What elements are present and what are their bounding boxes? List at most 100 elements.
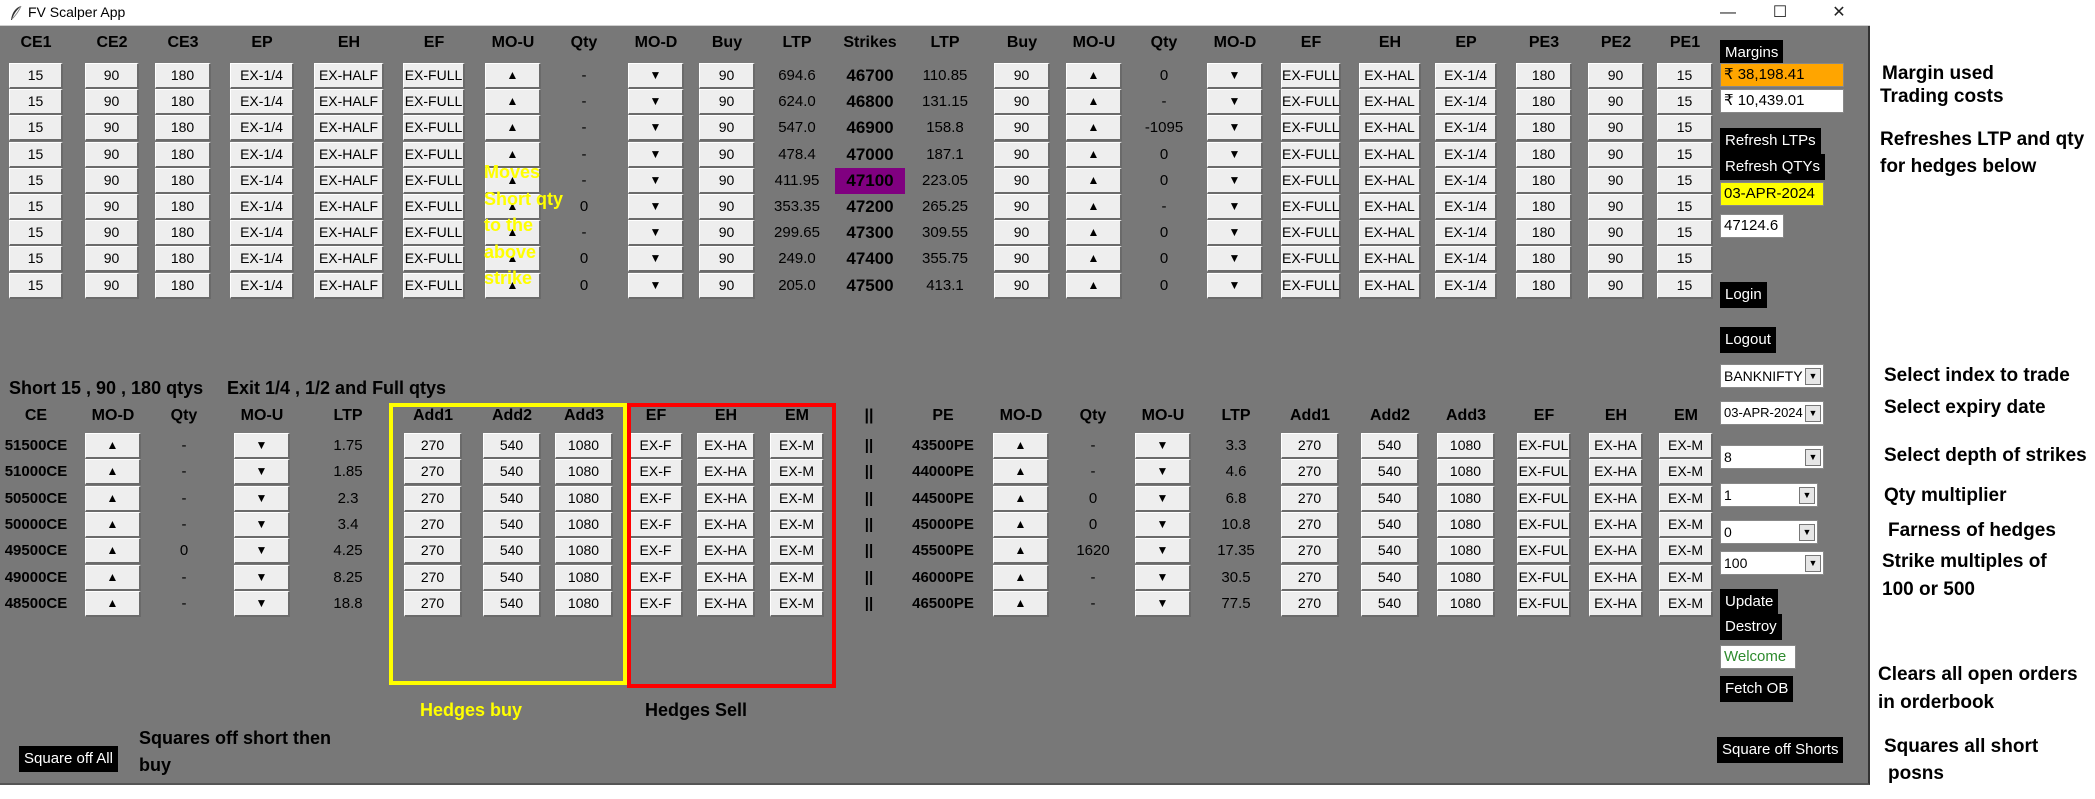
ce-buy-button[interactable]: 90 xyxy=(699,115,755,141)
ce-buy-button[interactable]: 90 xyxy=(699,142,755,168)
pe-exit-quarter-button[interactable]: EX-1/4 xyxy=(1435,246,1497,272)
ce-exit-full-button[interactable]: EX-FULL xyxy=(403,220,465,246)
move-down-arrow-icon[interactable]: ▼ xyxy=(1207,220,1263,246)
ce-exit-half-button[interactable]: EX-HALF xyxy=(314,194,384,220)
hedge-pe-exit-min-button[interactable]: EX-M xyxy=(1659,486,1713,512)
sell-pe1-button[interactable]: 15 xyxy=(1657,89,1713,115)
sell-pe2-button[interactable]: 90 xyxy=(1588,89,1644,115)
sell-ce1-button[interactable]: 15 xyxy=(9,194,63,220)
hedge-move-up-arrow-icon[interactable]: ▲ xyxy=(85,486,141,512)
sell-ce2-button[interactable]: 90 xyxy=(85,89,139,115)
ce-buy-button[interactable]: 90 xyxy=(699,194,755,220)
ce-buy-button[interactable]: 90 xyxy=(699,168,755,194)
ce-exit-half-button[interactable]: EX-HALF xyxy=(314,168,384,194)
ce-buy-button[interactable]: 90 xyxy=(699,246,755,272)
pe-exit-quarter-button[interactable]: EX-1/4 xyxy=(1435,194,1497,220)
ce-exit-quarter-button[interactable]: EX-1/4 xyxy=(230,273,294,299)
hedge-pe-add2-button[interactable]: 540 xyxy=(1361,459,1419,485)
hedge-move-down-arrow-icon[interactable]: ▼ xyxy=(234,433,290,459)
hedge-move-down-arrow-icon[interactable]: ▼ xyxy=(1135,433,1191,459)
ce-exit-full-button[interactable]: EX-FULL xyxy=(403,142,465,168)
pe-exit-full-button[interactable]: EX-FULL xyxy=(1281,142,1341,168)
ce-exit-full-button[interactable]: EX-FULL xyxy=(403,194,465,220)
sell-pe3-button[interactable]: 180 xyxy=(1516,63,1572,89)
move-down-arrow-icon[interactable]: ▼ xyxy=(628,142,684,168)
ce-exit-half-button[interactable]: EX-HALF xyxy=(314,63,384,89)
move-up-arrow-icon[interactable]: ▲ xyxy=(485,115,541,141)
ce-exit-full-button[interactable]: EX-FULL xyxy=(403,115,465,141)
expiry-select[interactable]: 03-APR-2024 ▼ xyxy=(1720,401,1824,425)
sell-ce1-button[interactable]: 15 xyxy=(9,246,63,272)
pe-buy-button[interactable]: 90 xyxy=(994,89,1050,115)
move-up-arrow-icon[interactable]: ▲ xyxy=(1066,168,1122,194)
pe-exit-half-button[interactable]: EX-HAL xyxy=(1359,246,1421,272)
pe-exit-full-button[interactable]: EX-FULL xyxy=(1281,89,1341,115)
hedge-pe-exit-min-button[interactable]: EX-M xyxy=(1659,512,1713,538)
ce-exit-quarter-button[interactable]: EX-1/4 xyxy=(230,246,294,272)
pe-exit-quarter-button[interactable]: EX-1/4 xyxy=(1435,115,1497,141)
pe-buy-button[interactable]: 90 xyxy=(994,194,1050,220)
hedge-pe-exit-min-button[interactable]: EX-M xyxy=(1659,538,1713,564)
sell-pe2-button[interactable]: 90 xyxy=(1588,246,1644,272)
move-down-arrow-icon[interactable]: ▼ xyxy=(628,220,684,246)
sell-pe1-button[interactable]: 15 xyxy=(1657,246,1713,272)
hedge-pe-exit-half-button[interactable]: EX-HA xyxy=(1589,433,1643,459)
fetch-orderbook-button[interactable]: Fetch OB xyxy=(1720,676,1794,702)
hedge-move-down-arrow-icon[interactable]: ▼ xyxy=(234,512,290,538)
hedge-pe-exit-half-button[interactable]: EX-HA xyxy=(1589,565,1643,591)
hedge-pe-exit-full-button[interactable]: EX-FUL xyxy=(1517,459,1571,485)
square-off-all-button[interactable]: Square off All xyxy=(19,746,118,772)
index-select[interactable]: BANKNIFTY ▼ xyxy=(1720,364,1824,388)
hedge-pe-exit-half-button[interactable]: EX-HA xyxy=(1589,538,1643,564)
hedge-pe-add2-button[interactable]: 540 xyxy=(1361,591,1419,617)
pe-buy-button[interactable]: 90 xyxy=(994,273,1050,299)
hedge-pe-add2-button[interactable]: 540 xyxy=(1361,538,1419,564)
sell-ce3-button[interactable]: 180 xyxy=(155,168,211,194)
hedge-pe-add2-button[interactable]: 540 xyxy=(1361,565,1419,591)
pe-buy-button[interactable]: 90 xyxy=(994,63,1050,89)
ce-buy-button[interactable]: 90 xyxy=(699,63,755,89)
hedge-pe-exit-min-button[interactable]: EX-M xyxy=(1659,591,1713,617)
pe-exit-quarter-button[interactable]: EX-1/4 xyxy=(1435,63,1497,89)
hedge-move-up-arrow-icon[interactable]: ▲ xyxy=(993,538,1049,564)
pe-exit-half-button[interactable]: EX-HAL xyxy=(1359,220,1421,246)
pe-exit-full-button[interactable]: EX-FULL xyxy=(1281,273,1341,299)
ce-exit-half-button[interactable]: EX-HALF xyxy=(314,246,384,272)
hedge-move-up-arrow-icon[interactable]: ▲ xyxy=(993,512,1049,538)
sell-ce2-button[interactable]: 90 xyxy=(85,273,139,299)
hedge-move-down-arrow-icon[interactable]: ▼ xyxy=(1135,459,1191,485)
ce-exit-quarter-button[interactable]: EX-1/4 xyxy=(230,220,294,246)
hedge-move-down-arrow-icon[interactable]: ▼ xyxy=(1135,538,1191,564)
ce-exit-full-button[interactable]: EX-FULL xyxy=(403,168,465,194)
hedge-pe-add1-button[interactable]: 270 xyxy=(1281,565,1339,591)
hedge-farness-select[interactable]: 0 ▼ xyxy=(1720,520,1818,544)
ce-buy-button[interactable]: 90 xyxy=(699,220,755,246)
move-up-arrow-icon[interactable]: ▲ xyxy=(485,63,541,89)
chevron-down-icon[interactable]: ▼ xyxy=(1805,449,1821,466)
sell-ce3-button[interactable]: 180 xyxy=(155,63,211,89)
minimize-button[interactable]: — xyxy=(1705,0,1751,26)
ce-exit-half-button[interactable]: EX-HALF xyxy=(314,115,384,141)
hedge-move-up-arrow-icon[interactable]: ▲ xyxy=(993,591,1049,617)
sell-ce1-button[interactable]: 15 xyxy=(9,89,63,115)
pe-buy-button[interactable]: 90 xyxy=(994,220,1050,246)
ce-exit-full-button[interactable]: EX-FULL xyxy=(403,273,465,299)
hedge-move-up-arrow-icon[interactable]: ▲ xyxy=(85,591,141,617)
hedge-move-down-arrow-icon[interactable]: ▼ xyxy=(234,459,290,485)
hedge-move-up-arrow-icon[interactable]: ▲ xyxy=(85,512,141,538)
sell-pe1-button[interactable]: 15 xyxy=(1657,273,1713,299)
ce-exit-half-button[interactable]: EX-HALF xyxy=(314,89,384,115)
move-down-arrow-icon[interactable]: ▼ xyxy=(1207,246,1263,272)
move-down-arrow-icon[interactable]: ▼ xyxy=(628,63,684,89)
move-down-arrow-icon[interactable]: ▼ xyxy=(1207,115,1263,141)
move-down-arrow-icon[interactable]: ▼ xyxy=(628,246,684,272)
sell-ce1-button[interactable]: 15 xyxy=(9,142,63,168)
pe-exit-half-button[interactable]: EX-HAL xyxy=(1359,89,1421,115)
pe-exit-half-button[interactable]: EX-HAL xyxy=(1359,168,1421,194)
pe-exit-half-button[interactable]: EX-HAL xyxy=(1359,115,1421,141)
hedge-move-up-arrow-icon[interactable]: ▲ xyxy=(993,459,1049,485)
hedge-pe-add2-button[interactable]: 540 xyxy=(1361,433,1419,459)
pe-exit-quarter-button[interactable]: EX-1/4 xyxy=(1435,142,1497,168)
ce-exit-quarter-button[interactable]: EX-1/4 xyxy=(230,168,294,194)
update-button[interactable]: Update xyxy=(1720,589,1779,615)
